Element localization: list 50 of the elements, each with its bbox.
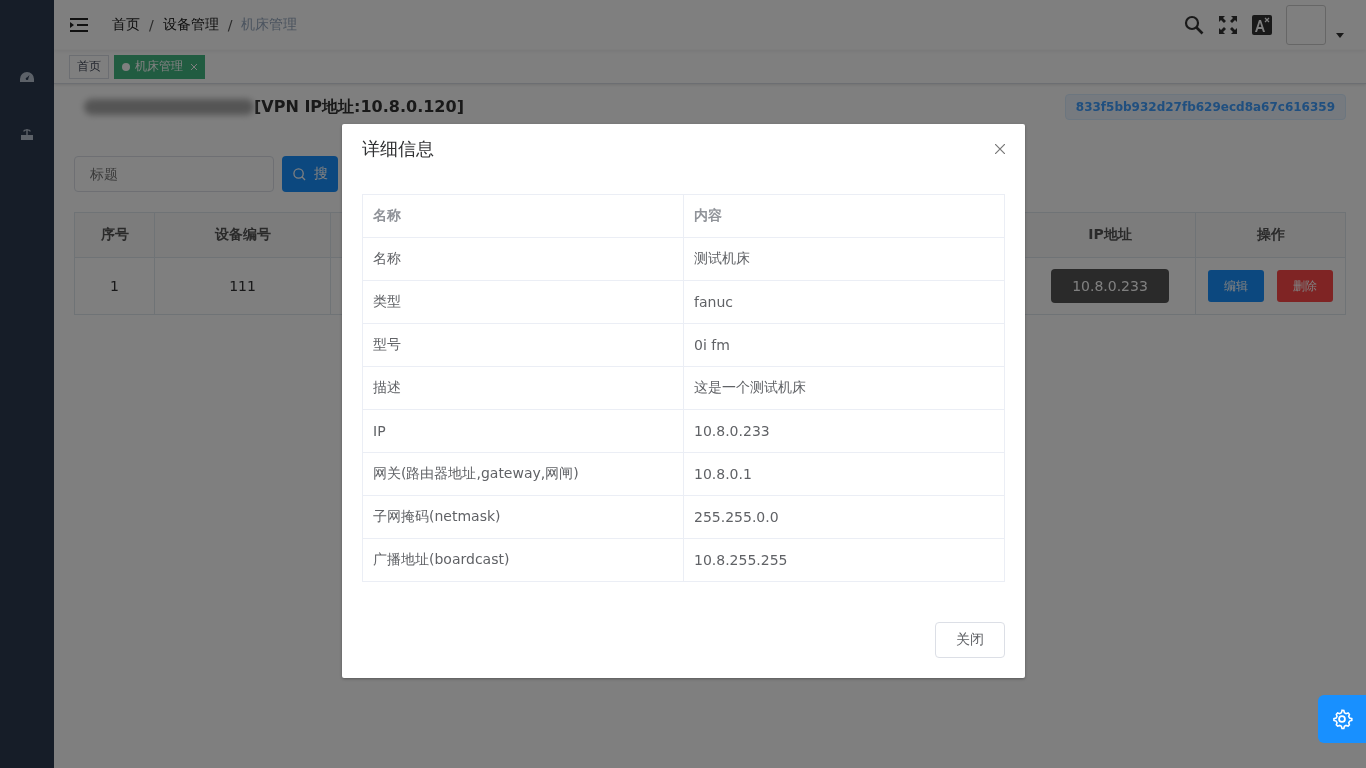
page-title: [VPN IP地址:10.8.0.120] bbox=[254, 96, 464, 118]
caret-icon[interactable] bbox=[1336, 32, 1344, 38]
title-search-field[interactable]: 标题 bbox=[74, 156, 274, 192]
close-button[interactable]: 关闭 bbox=[935, 622, 1005, 658]
table-cell: 测试机床 bbox=[684, 238, 1005, 281]
device-id-badge: 833f5bb932d27fb629ecd8a67c616359 bbox=[1064, 94, 1346, 120]
fullscreen-icon[interactable] bbox=[1218, 15, 1238, 35]
tag-dot bbox=[122, 62, 130, 71]
settings-icon bbox=[1331, 708, 1353, 730]
ip-address-tag: 10.8.0.233 bbox=[1051, 269, 1169, 303]
table-cell: 1 bbox=[75, 258, 155, 315]
table-cell: 0i fm bbox=[684, 324, 1005, 367]
column-header: 名称 bbox=[363, 195, 684, 238]
router-icon[interactable] bbox=[19, 126, 35, 142]
edit-button[interactable]: 编辑 bbox=[1208, 270, 1264, 302]
table-cell: 网关(路由器地址,gateway,网闸) bbox=[363, 453, 684, 496]
delete-button[interactable]: 删除 bbox=[1277, 270, 1333, 302]
table-cell: fanuc bbox=[684, 281, 1005, 324]
table-cell: IP bbox=[363, 410, 684, 453]
column-header: 设备编号 bbox=[155, 213, 331, 258]
tag-tab[interactable]: 首页 bbox=[69, 54, 109, 79]
table-cell: 这是一个测试机床 bbox=[684, 367, 1005, 410]
search-button[interactable]: 搜 bbox=[282, 156, 338, 192]
table-cell: 255.255.0.0 bbox=[684, 496, 1005, 539]
table-cell: 型号 bbox=[363, 324, 684, 367]
breadcrumb-item[interactable]: 首页 bbox=[112, 16, 140, 34]
column-header: 序号 bbox=[75, 213, 155, 258]
breadcrumb-separator: / bbox=[149, 17, 154, 33]
column-header: 内容 bbox=[684, 195, 1005, 238]
table-cell: 类型 bbox=[363, 281, 684, 324]
table-cell: 10.8.0.1 bbox=[684, 453, 1005, 496]
breadcrumb-separator: / bbox=[227, 17, 233, 33]
table-cell: 10.8.0.233 bbox=[684, 410, 1005, 453]
column-header: 操作 bbox=[1196, 213, 1346, 258]
search-icon[interactable] bbox=[1184, 15, 1204, 35]
dialog-title: 详细信息 bbox=[362, 137, 434, 161]
menu-icon[interactable] bbox=[70, 17, 88, 33]
table-cell: 描述 bbox=[363, 367, 684, 410]
translate-icon[interactable] bbox=[1252, 15, 1272, 35]
table-cell: 名称 bbox=[363, 238, 684, 281]
table-cell: 10.8.255.255 bbox=[684, 539, 1005, 582]
table-cell: 子网掩码(netmask) bbox=[363, 496, 684, 539]
search-icon bbox=[292, 167, 306, 181]
tag-tab[interactable]: 机床管理 bbox=[114, 54, 205, 79]
table-cell: 111 bbox=[155, 258, 331, 315]
close-icon[interactable] bbox=[995, 144, 1005, 154]
table-cell: 广播地址(boardcast) bbox=[363, 539, 684, 582]
breadcrumb-item[interactable]: 设备管理 bbox=[162, 16, 219, 34]
column-header: IP地址 bbox=[1025, 213, 1196, 258]
settings-button[interactable] bbox=[1318, 695, 1366, 743]
